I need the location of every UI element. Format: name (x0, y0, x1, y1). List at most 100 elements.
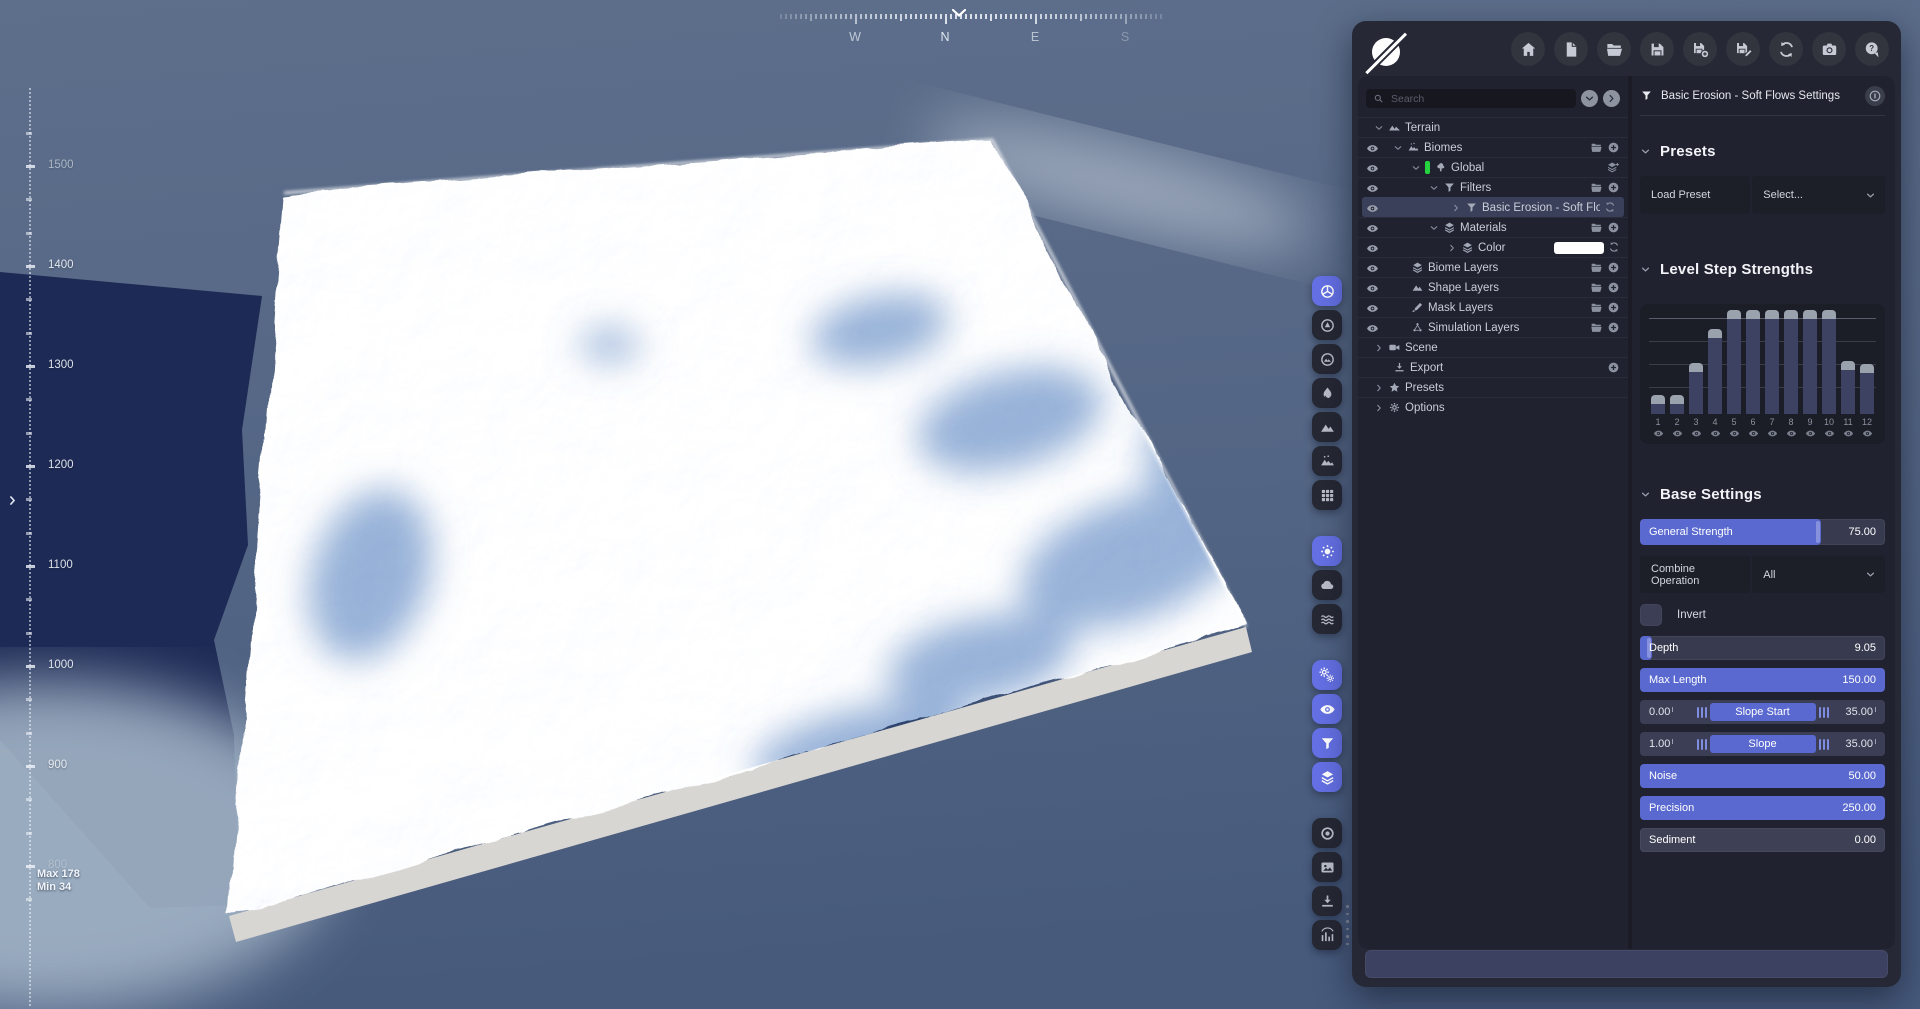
level-bar-5[interactable] (1727, 310, 1741, 414)
gallery-button[interactable] (1312, 852, 1342, 882)
group-button[interactable] (1590, 221, 1603, 234)
level-bar-4[interactable] (1708, 329, 1722, 414)
group-button[interactable] (1590, 301, 1603, 314)
tree-item-materials[interactable]: Materials (1358, 217, 1628, 237)
visibility-eye-toggle[interactable] (1366, 142, 1379, 155)
tree-item-presets[interactable]: Presets (1358, 377, 1628, 397)
visibility-eye-toggle[interactable] (1366, 322, 1379, 335)
combine-operation-select[interactable]: All (1752, 556, 1885, 593)
precision-slider[interactable]: Precision 250.00 (1640, 796, 1885, 820)
visibility-eye-toggle[interactable] (1366, 202, 1379, 215)
range-min-value[interactable]: 1.00 (1649, 738, 1691, 750)
slope-range[interactable]: 1.00 Slope 35.00 (1640, 732, 1885, 756)
max-length-slider[interactable]: Max Length 150.00 (1640, 668, 1885, 692)
level-eye-toggle-6[interactable] (1746, 428, 1760, 439)
group-button[interactable] (1590, 141, 1603, 154)
tree-item-export[interactable]: Export (1358, 357, 1628, 377)
tree-item-terrain[interactable]: Terrain (1358, 117, 1628, 137)
range-max-value[interactable]: 35.00 (1834, 738, 1876, 750)
level-eye-toggle-8[interactable] (1784, 428, 1798, 439)
refresh-button[interactable] (1608, 241, 1620, 253)
level-bar-9[interactable] (1803, 310, 1817, 414)
visibility-eye-toggle[interactable] (1366, 222, 1379, 235)
tree-item-biomes[interactable]: Biomes (1358, 137, 1628, 157)
chevron-right-icon[interactable] (1374, 383, 1384, 393)
home-button[interactable] (1511, 32, 1545, 66)
add-layer-button[interactable] (1606, 161, 1620, 175)
grid-view-button[interactable] (1312, 480, 1342, 510)
chevron-right-icon[interactable] (1374, 343, 1384, 353)
app-logo[interactable] (1363, 30, 1409, 76)
depth-slider[interactable]: Depth 9.05 (1640, 636, 1885, 660)
group-button[interactable] (1590, 321, 1603, 334)
level-bar-8[interactable] (1784, 310, 1798, 414)
group-button[interactable] (1590, 261, 1603, 274)
shading-mode-button[interactable] (1312, 310, 1342, 340)
expand-sidebar-button[interactable] (6, 492, 19, 514)
tree-item-filters[interactable]: Filters (1358, 177, 1628, 197)
visibility-eye-toggle[interactable] (1366, 282, 1379, 295)
tree-item-simulation-layers[interactable]: Simulation Layers (1358, 317, 1628, 337)
level-bar-7[interactable] (1765, 310, 1779, 414)
chevron-down-icon[interactable] (1411, 163, 1421, 173)
add-button[interactable] (1607, 281, 1620, 294)
sun-light-button[interactable] (1312, 536, 1342, 566)
flow-view-button[interactable] (1312, 378, 1342, 408)
tree-item-scene[interactable]: Scene (1358, 337, 1628, 357)
visibility-eye-toggle[interactable] (1366, 162, 1379, 175)
level-eye-toggle-2[interactable] (1670, 428, 1684, 439)
screenshot-button[interactable] (1812, 32, 1846, 66)
level-bar-2[interactable] (1670, 395, 1684, 414)
chevron-right-icon[interactable] (1447, 243, 1457, 253)
search-input[interactable] (1366, 89, 1576, 108)
level-bar-12[interactable] (1860, 364, 1874, 414)
range-drag-area[interactable]: Slope (1691, 735, 1834, 753)
chevron-down-icon[interactable] (1429, 223, 1439, 233)
slope-start-range[interactable]: 0.00 Slope Start 35.00 (1640, 700, 1885, 724)
level-eye-toggle-5[interactable] (1727, 428, 1741, 439)
invert-checkbox[interactable] (1640, 604, 1662, 626)
noise-slider[interactable]: Noise 50.00 (1640, 764, 1885, 788)
tree-item-mask-layers[interactable]: Mask Layers (1358, 297, 1628, 317)
chevron-down-icon[interactable] (1393, 143, 1403, 153)
add-button[interactable] (1607, 361, 1620, 374)
biome-view-button[interactable] (1312, 446, 1342, 476)
save-button[interactable] (1640, 32, 1674, 66)
new-file-button[interactable] (1554, 32, 1588, 66)
level-eye-toggle-9[interactable] (1803, 428, 1817, 439)
range-drag-area[interactable]: Slope Start (1691, 703, 1834, 721)
help-button[interactable]: ? (1855, 32, 1889, 66)
level-eye-toggle-10[interactable] (1822, 428, 1836, 439)
add-button[interactable] (1607, 141, 1620, 154)
save-as-button[interactable] (1683, 32, 1717, 66)
range-min-value[interactable]: 0.00 (1649, 706, 1691, 718)
level-step-section-header[interactable]: Level Step Strengths (1640, 261, 1885, 278)
visibility-eye-toggle[interactable] (1366, 242, 1379, 255)
visibility-eye-toggle[interactable] (1366, 182, 1379, 195)
chevron-down-icon[interactable] (1429, 183, 1439, 193)
level-eye-toggle-12[interactable] (1860, 428, 1874, 439)
level-eye-toggle-1[interactable] (1651, 428, 1665, 439)
base-settings-section-header[interactable]: Base Settings (1640, 486, 1885, 503)
tree-item-biome-layers[interactable]: Biome Layers (1358, 257, 1628, 277)
open-file-button[interactable] (1597, 32, 1631, 66)
level-bar-11[interactable] (1841, 361, 1855, 414)
level-eye-toggle-3[interactable] (1689, 428, 1703, 439)
visibility-eye-toggle[interactable] (1366, 302, 1379, 315)
level-eye-toggle-11[interactable] (1841, 428, 1855, 439)
level-eye-toggle-4[interactable] (1708, 428, 1722, 439)
panel-resize-handle[interactable] (1346, 905, 1349, 945)
preset-select[interactable]: Select... (1752, 176, 1885, 214)
tree-item-options[interactable]: Options (1358, 397, 1628, 417)
snow-view-button[interactable] (1312, 344, 1342, 374)
search-field[interactable] (1389, 91, 1569, 106)
tree-item-global[interactable]: Global (1358, 157, 1628, 177)
general-strength-slider[interactable]: General Strength 75.00 (1640, 519, 1885, 545)
add-button[interactable] (1607, 261, 1620, 274)
tree-item-shape-layers[interactable]: Shape Layers (1358, 277, 1628, 297)
level-bar-1[interactable] (1651, 395, 1665, 414)
tree-item-color[interactable]: Color (1358, 237, 1628, 257)
water-button[interactable] (1312, 604, 1342, 634)
sediment-slider[interactable]: Sediment 0.00 (1640, 828, 1885, 852)
level-bar-10[interactable] (1822, 310, 1836, 414)
